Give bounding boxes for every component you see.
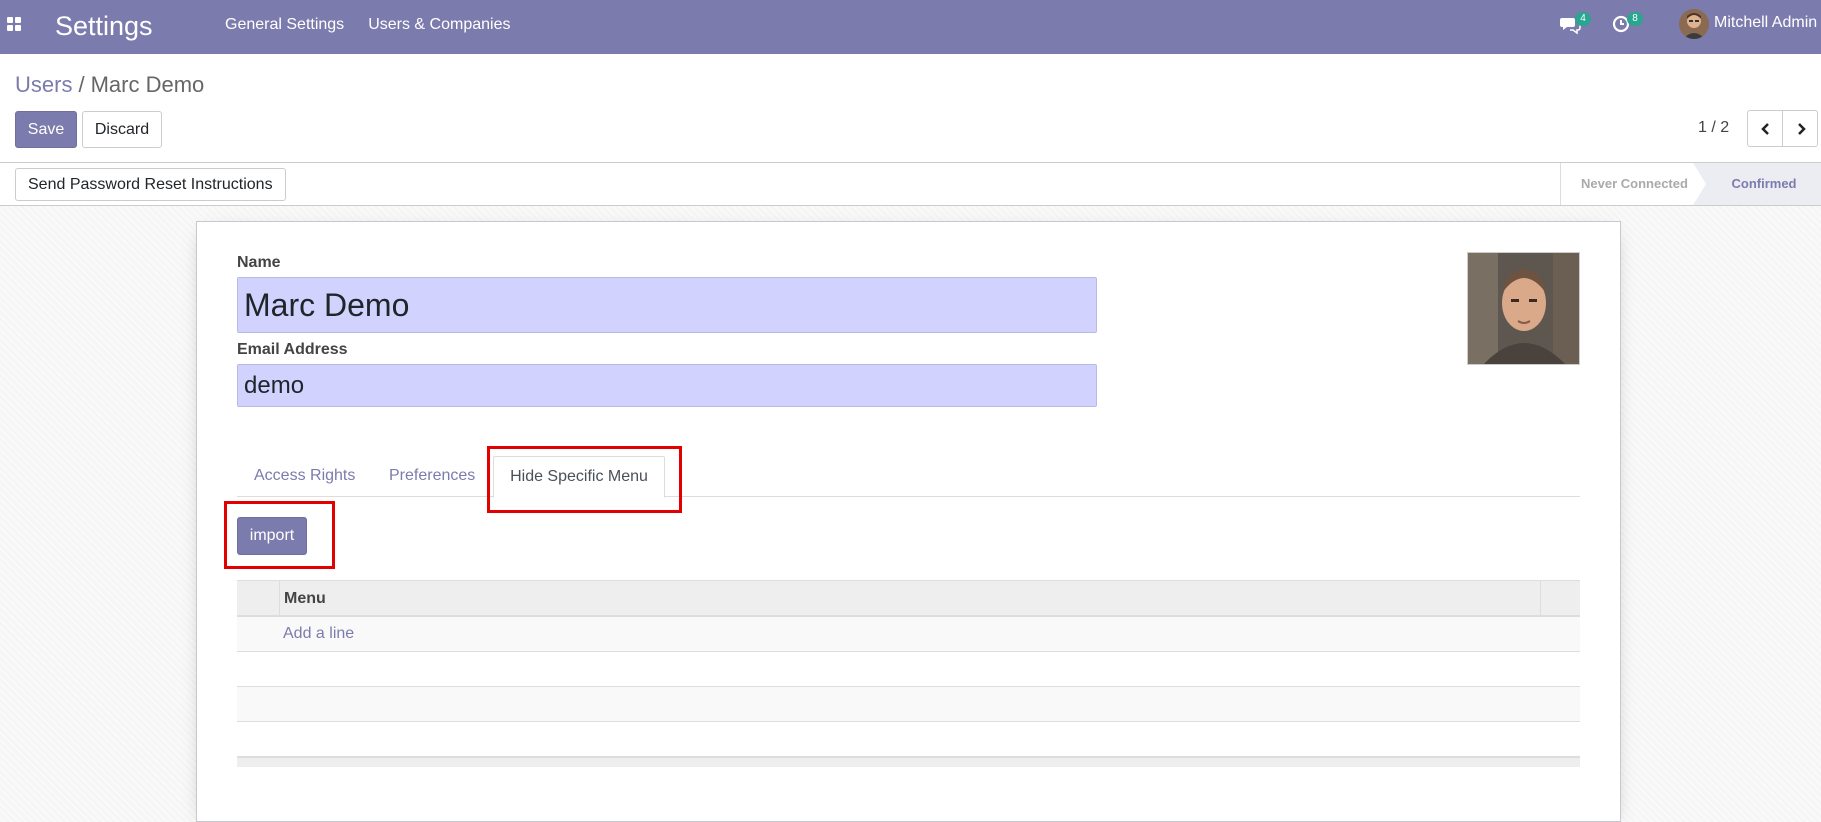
systray: 4 8 Mitchell Admin xyxy=(0,0,1821,54)
table-row xyxy=(237,687,1580,722)
name-label: Name xyxy=(237,254,281,271)
activities-badge: 8 xyxy=(1627,12,1643,26)
table-row: Add a line xyxy=(237,617,1580,652)
user-photo[interactable] xyxy=(1467,252,1580,365)
import-button[interactable]: import xyxy=(237,517,307,555)
messages-badge: 4 xyxy=(1575,12,1591,26)
pager-next-button[interactable] xyxy=(1782,110,1818,147)
form-statusbar: Send Password Reset Instructions Never C… xyxy=(0,163,1821,206)
status-stages: Never Connected Confirmed xyxy=(1560,163,1821,205)
discard-button[interactable]: Discard xyxy=(82,111,162,148)
email-field[interactable]: demo xyxy=(237,364,1097,407)
pager-previous-button[interactable] xyxy=(1747,110,1783,147)
chevron-left-icon xyxy=(1761,123,1769,135)
breadcrumb-current: Marc Demo xyxy=(90,72,205,97)
menu-table: Menu Add a line xyxy=(237,580,1580,767)
user-name[interactable]: Mitchell Admin xyxy=(1714,14,1817,32)
table-footer xyxy=(237,757,1580,767)
send-password-reset-button[interactable]: Send Password Reset Instructions xyxy=(15,168,286,201)
top-navbar: Settings General Settings Users & Compan… xyxy=(0,0,1821,54)
breadcrumb-users[interactable]: Users xyxy=(15,72,72,97)
handle-column xyxy=(237,581,280,615)
tab-access-rights[interactable]: Access Rights xyxy=(254,456,355,497)
user-avatar[interactable] xyxy=(1679,9,1709,39)
email-label: Email Address xyxy=(237,341,348,358)
breadcrumb-separator: / xyxy=(78,72,85,97)
add-a-line-link[interactable]: Add a line xyxy=(283,625,354,643)
table-header: Menu xyxy=(237,580,1580,617)
control-panel: Users / Marc Demo Save Discard 1 / 2 xyxy=(0,54,1821,163)
tab-hide-specific-menu[interactable]: Hide Specific Menu xyxy=(493,456,665,498)
trash-column xyxy=(1540,581,1580,615)
stage-confirmed: Confirmed xyxy=(1693,163,1821,205)
table-row xyxy=(237,722,1580,757)
table-row xyxy=(237,652,1580,687)
tab-preferences[interactable]: Preferences xyxy=(389,456,475,497)
breadcrumb: Users / Marc Demo xyxy=(15,71,204,99)
pager-value[interactable]: 1 / 2 xyxy=(1698,119,1729,137)
notebook-tabs: Access Rights Preferences Hide Specific … xyxy=(237,456,1580,498)
name-field[interactable]: Marc Demo xyxy=(237,277,1097,333)
chevron-right-icon xyxy=(1798,123,1806,135)
save-button[interactable]: Save xyxy=(15,111,77,148)
column-header-menu[interactable]: Menu xyxy=(284,590,326,608)
stage-never-connected: Never Connected xyxy=(1581,176,1688,191)
